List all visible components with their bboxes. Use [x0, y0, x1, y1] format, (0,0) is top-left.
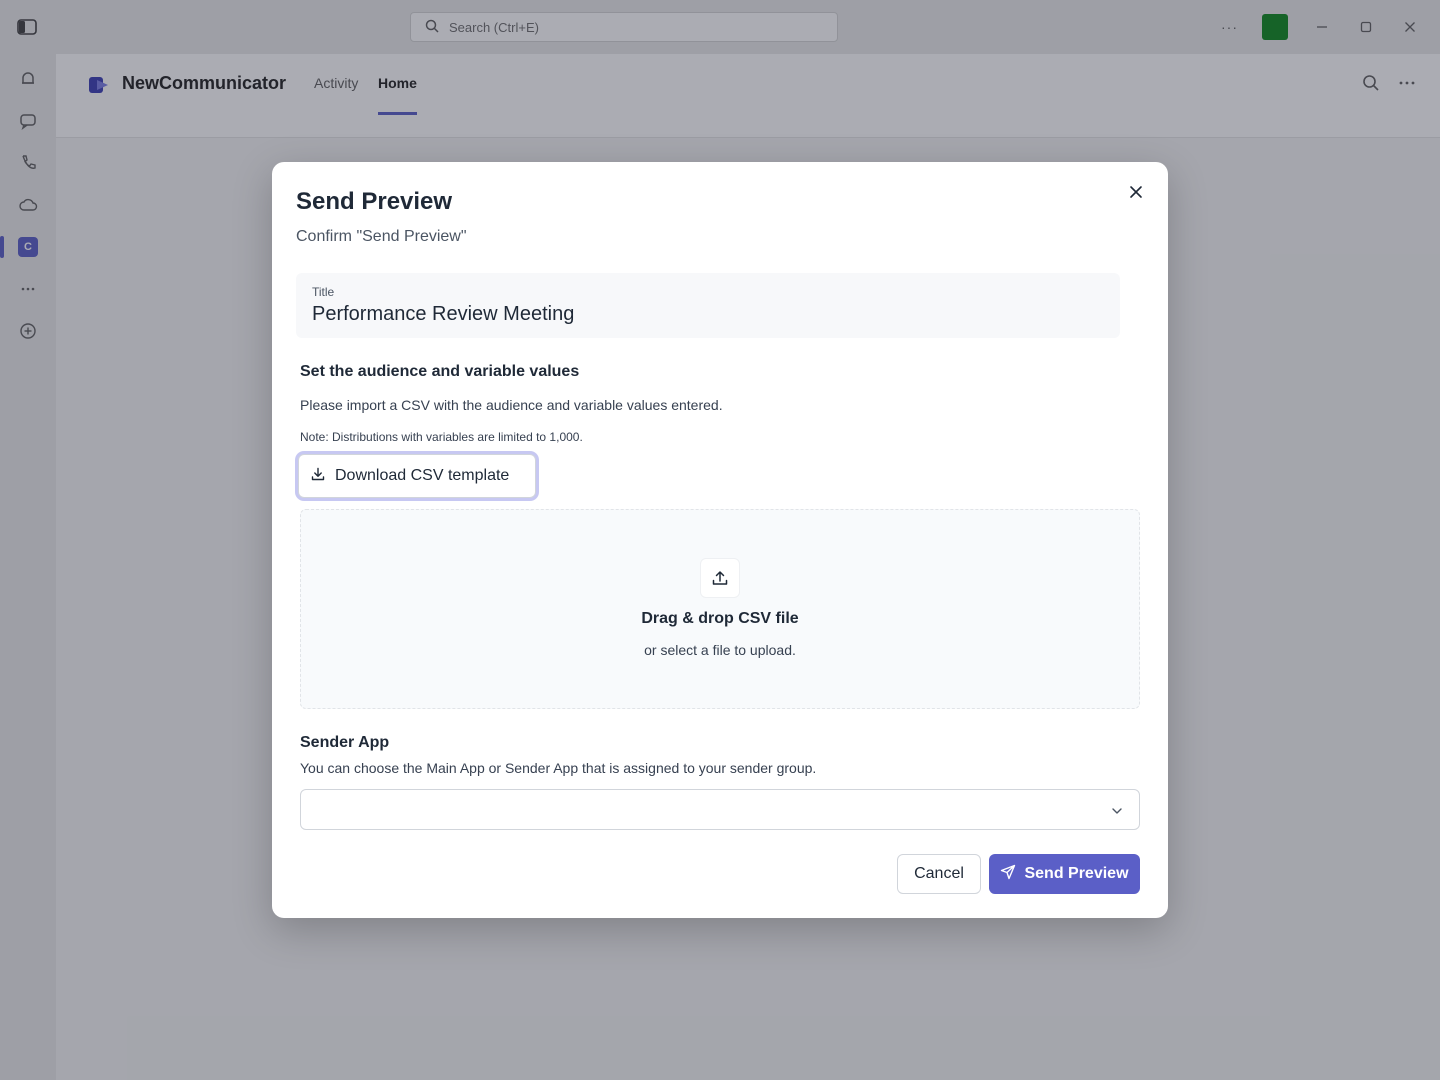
- download-csv-template-button[interactable]: Download CSV template: [298, 454, 536, 498]
- send-icon: [1000, 864, 1016, 885]
- audience-heading: Set the audience and variable values: [300, 363, 580, 380]
- send-preview-button[interactable]: Send Preview: [989, 854, 1140, 894]
- upload-icon: [700, 558, 740, 598]
- send-preview-label: Send Preview: [1024, 865, 1129, 882]
- close-button[interactable]: [1124, 182, 1148, 206]
- sender-app-heading: Sender App: [300, 734, 390, 751]
- download-csv-template-label: Download CSV template: [335, 467, 510, 484]
- close-icon: [1129, 185, 1143, 204]
- title-field-label: Title: [312, 285, 335, 299]
- cancel-button[interactable]: Cancel: [897, 854, 981, 894]
- download-icon: [311, 467, 325, 486]
- title-field-value: Performance Review Meeting: [312, 303, 575, 325]
- dialog-title: Send Preview: [296, 188, 453, 215]
- dialog-subtitle: Confirm "Send Preview": [296, 228, 467, 245]
- chevron-down-icon: [1111, 804, 1123, 816]
- send-preview-dialog: Send Preview Confirm "Send Preview" Titl…: [272, 162, 1168, 918]
- title-field: Title Performance Review Meeting: [296, 273, 1120, 338]
- sender-app-description: You can choose the Main App or Sender Ap…: [300, 760, 817, 776]
- csv-dropzone[interactable]: Drag & drop CSV file or select a file to…: [300, 509, 1140, 709]
- dropzone-title: Drag & drop CSV file: [641, 610, 799, 627]
- dropzone-subtitle: or select a file to upload.: [644, 642, 796, 658]
- audience-description: Please import a CSV with the audience an…: [300, 397, 723, 413]
- audience-note: Note: Distributions with variables are l…: [300, 430, 583, 444]
- sender-app-select[interactable]: [300, 789, 1140, 830]
